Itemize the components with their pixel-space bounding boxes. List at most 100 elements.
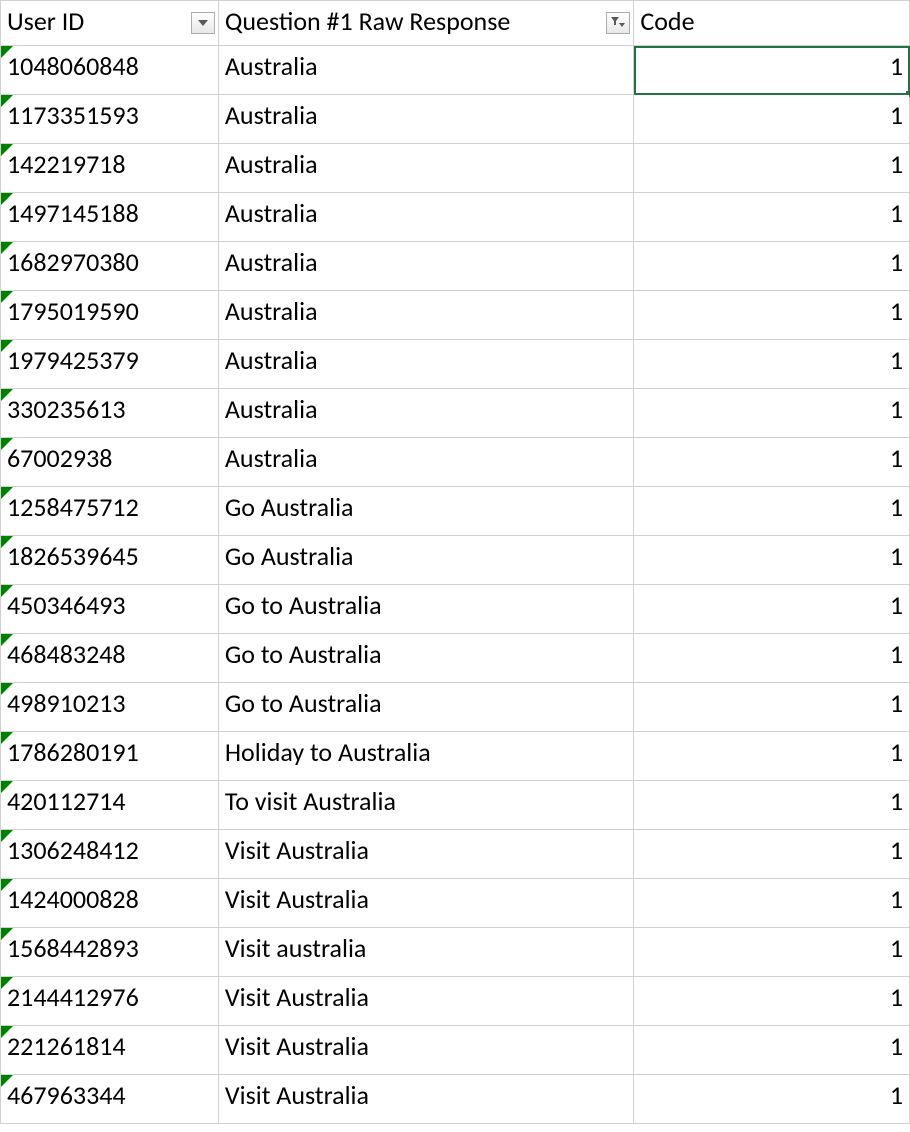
table-row: 1424000828Visit Australia1 xyxy=(1,879,910,928)
cell-user-id[interactable]: 67002938 xyxy=(1,438,219,487)
error-indicator-icon xyxy=(1,830,13,842)
cell-user-id[interactable]: 1568442893 xyxy=(1,928,219,977)
cell-code-value: 1 xyxy=(890,99,903,131)
cell-code[interactable]: 1 xyxy=(634,1026,910,1075)
error-indicator-icon xyxy=(1,732,13,744)
cell-user-id[interactable]: 1497145188 xyxy=(1,193,219,242)
cell-response[interactable]: Visit Australia xyxy=(218,1075,633,1124)
cell-user-id-value: 498910213 xyxy=(7,687,126,719)
error-indicator-icon xyxy=(1,242,13,254)
cell-response[interactable]: Go to Australia xyxy=(218,683,633,732)
cell-response[interactable]: Go Australia xyxy=(218,487,633,536)
cell-response[interactable]: Australia xyxy=(218,389,633,438)
cell-response-value: Australia xyxy=(225,99,318,131)
cell-user-id[interactable]: 1173351593 xyxy=(1,95,219,144)
cell-code[interactable]: 1 xyxy=(634,683,910,732)
cell-code[interactable]: 1 xyxy=(634,144,910,193)
error-indicator-icon xyxy=(1,879,13,891)
cell-code[interactable]: 1 xyxy=(634,928,910,977)
cell-response[interactable]: Visit Australia xyxy=(218,879,633,928)
cell-response-value: Australia xyxy=(225,344,318,376)
cell-user-id[interactable]: 142219718 xyxy=(1,144,219,193)
cell-code-value: 1 xyxy=(890,687,903,719)
cell-response[interactable]: Go to Australia xyxy=(218,634,633,683)
cell-user-id[interactable]: 330235613 xyxy=(1,389,219,438)
cell-response-value: Visit Australia xyxy=(225,1079,369,1111)
cell-code[interactable]: 1 xyxy=(634,781,910,830)
cell-code[interactable]: 1 xyxy=(634,634,910,683)
header-cell-response[interactable]: Question #1 Raw Response xyxy=(218,1,633,46)
table-row: 467963344Visit Australia 1 xyxy=(1,1075,910,1124)
error-indicator-icon xyxy=(1,977,13,989)
cell-response[interactable]: Visit australia xyxy=(218,928,633,977)
table-row: 1048060848Australia 1 xyxy=(1,46,910,95)
cell-response-value: Go Australia xyxy=(225,491,354,523)
header-cell-user-id[interactable]: User ID xyxy=(1,1,219,46)
filter-dropdown-button-user-id[interactable] xyxy=(191,12,215,34)
cell-user-id-value: 1568442893 xyxy=(7,932,139,964)
cell-user-id[interactable]: 1979425379 xyxy=(1,340,219,389)
cell-user-id[interactable]: 468483248 xyxy=(1,634,219,683)
cell-response[interactable]: Australia xyxy=(218,438,633,487)
cell-user-id[interactable]: 1786280191 xyxy=(1,732,219,781)
cell-user-id[interactable]: 2144412976 xyxy=(1,977,219,1026)
table-row: 1258475712 Go Australia 1 xyxy=(1,487,910,536)
cell-response[interactable]: To visit Australia xyxy=(218,781,633,830)
cell-code-value: 1 xyxy=(890,50,903,82)
cell-code[interactable]: 1 xyxy=(634,732,910,781)
cell-code[interactable]: 1 xyxy=(634,242,910,291)
cell-response[interactable]: Australia xyxy=(218,291,633,340)
cell-code[interactable]: 1 xyxy=(634,389,910,438)
cell-code-value: 1 xyxy=(890,785,903,817)
table-row: 1568442893 Visit australia1 xyxy=(1,928,910,977)
spreadsheet-table: User ID Question #1 Raw Response Code xyxy=(0,0,910,1124)
cell-response[interactable]: Australia xyxy=(218,193,633,242)
cell-response[interactable]: Visit Australia xyxy=(218,830,633,879)
filter-active-button-response[interactable] xyxy=(606,12,630,34)
cell-user-id[interactable]: 420112714 xyxy=(1,781,219,830)
cell-response[interactable]: Visit Australia xyxy=(218,977,633,1026)
cell-code[interactable]: 1 xyxy=(634,340,910,389)
cell-code[interactable]: 1 xyxy=(634,487,910,536)
cell-user-id[interactable]: 1424000828 xyxy=(1,879,219,928)
cell-code[interactable]: 1 xyxy=(634,585,910,634)
cell-code-value: 1 xyxy=(890,981,903,1013)
cell-user-id-value: 2144412976 xyxy=(7,981,139,1013)
cell-user-id[interactable]: 1795019590 xyxy=(1,291,219,340)
cell-user-id[interactable]: 1826539645 xyxy=(1,536,219,585)
cell-user-id[interactable]: 1682970380 xyxy=(1,242,219,291)
cell-user-id[interactable]: 1258475712 xyxy=(1,487,219,536)
cell-response[interactable]: Australia xyxy=(218,46,633,95)
cell-response[interactable]: Go Australia xyxy=(218,536,633,585)
cell-response-value: Australia xyxy=(225,148,318,180)
cell-code[interactable]: 1 xyxy=(634,438,910,487)
cell-code[interactable]: 1 xyxy=(634,830,910,879)
cell-code[interactable]: 1 xyxy=(634,95,910,144)
cell-user-id-value: 67002938 xyxy=(7,442,112,474)
cell-code[interactable]: 1 xyxy=(634,879,910,928)
header-cell-code[interactable]: Code xyxy=(634,1,910,46)
table-row: 1786280191Holiday to Australia1 xyxy=(1,732,910,781)
cell-code[interactable]: 1 xyxy=(634,977,910,1026)
cell-user-id[interactable]: 1048060848 xyxy=(1,46,219,95)
cell-user-id[interactable]: 498910213 xyxy=(1,683,219,732)
cell-user-id[interactable]: 467963344 xyxy=(1,1075,219,1124)
cell-code[interactable]: 1 xyxy=(634,536,910,585)
cell-response[interactable]: Australia xyxy=(218,144,633,193)
cell-response[interactable]: Australia xyxy=(218,95,633,144)
cell-response[interactable]: Australia xyxy=(218,340,633,389)
cell-code[interactable]: 1 xyxy=(634,193,910,242)
cell-code[interactable]: 1 xyxy=(634,46,910,95)
cell-code[interactable]: 1 xyxy=(634,291,910,340)
error-indicator-icon xyxy=(1,536,13,548)
cell-code[interactable]: 1 xyxy=(634,1075,910,1124)
cell-user-id-value: 1258475712 xyxy=(7,491,139,523)
cell-response[interactable]: Holiday to Australia xyxy=(218,732,633,781)
cell-response[interactable]: Go to Australia xyxy=(218,585,633,634)
cell-user-id[interactable]: 1306248412 xyxy=(1,830,219,879)
cell-response[interactable]: Visit Australia xyxy=(218,1026,633,1075)
cell-response[interactable]: Australia xyxy=(218,242,633,291)
cell-user-id[interactable]: 221261814 xyxy=(1,1026,219,1075)
error-indicator-icon xyxy=(1,928,13,940)
cell-user-id[interactable]: 450346493 xyxy=(1,585,219,634)
